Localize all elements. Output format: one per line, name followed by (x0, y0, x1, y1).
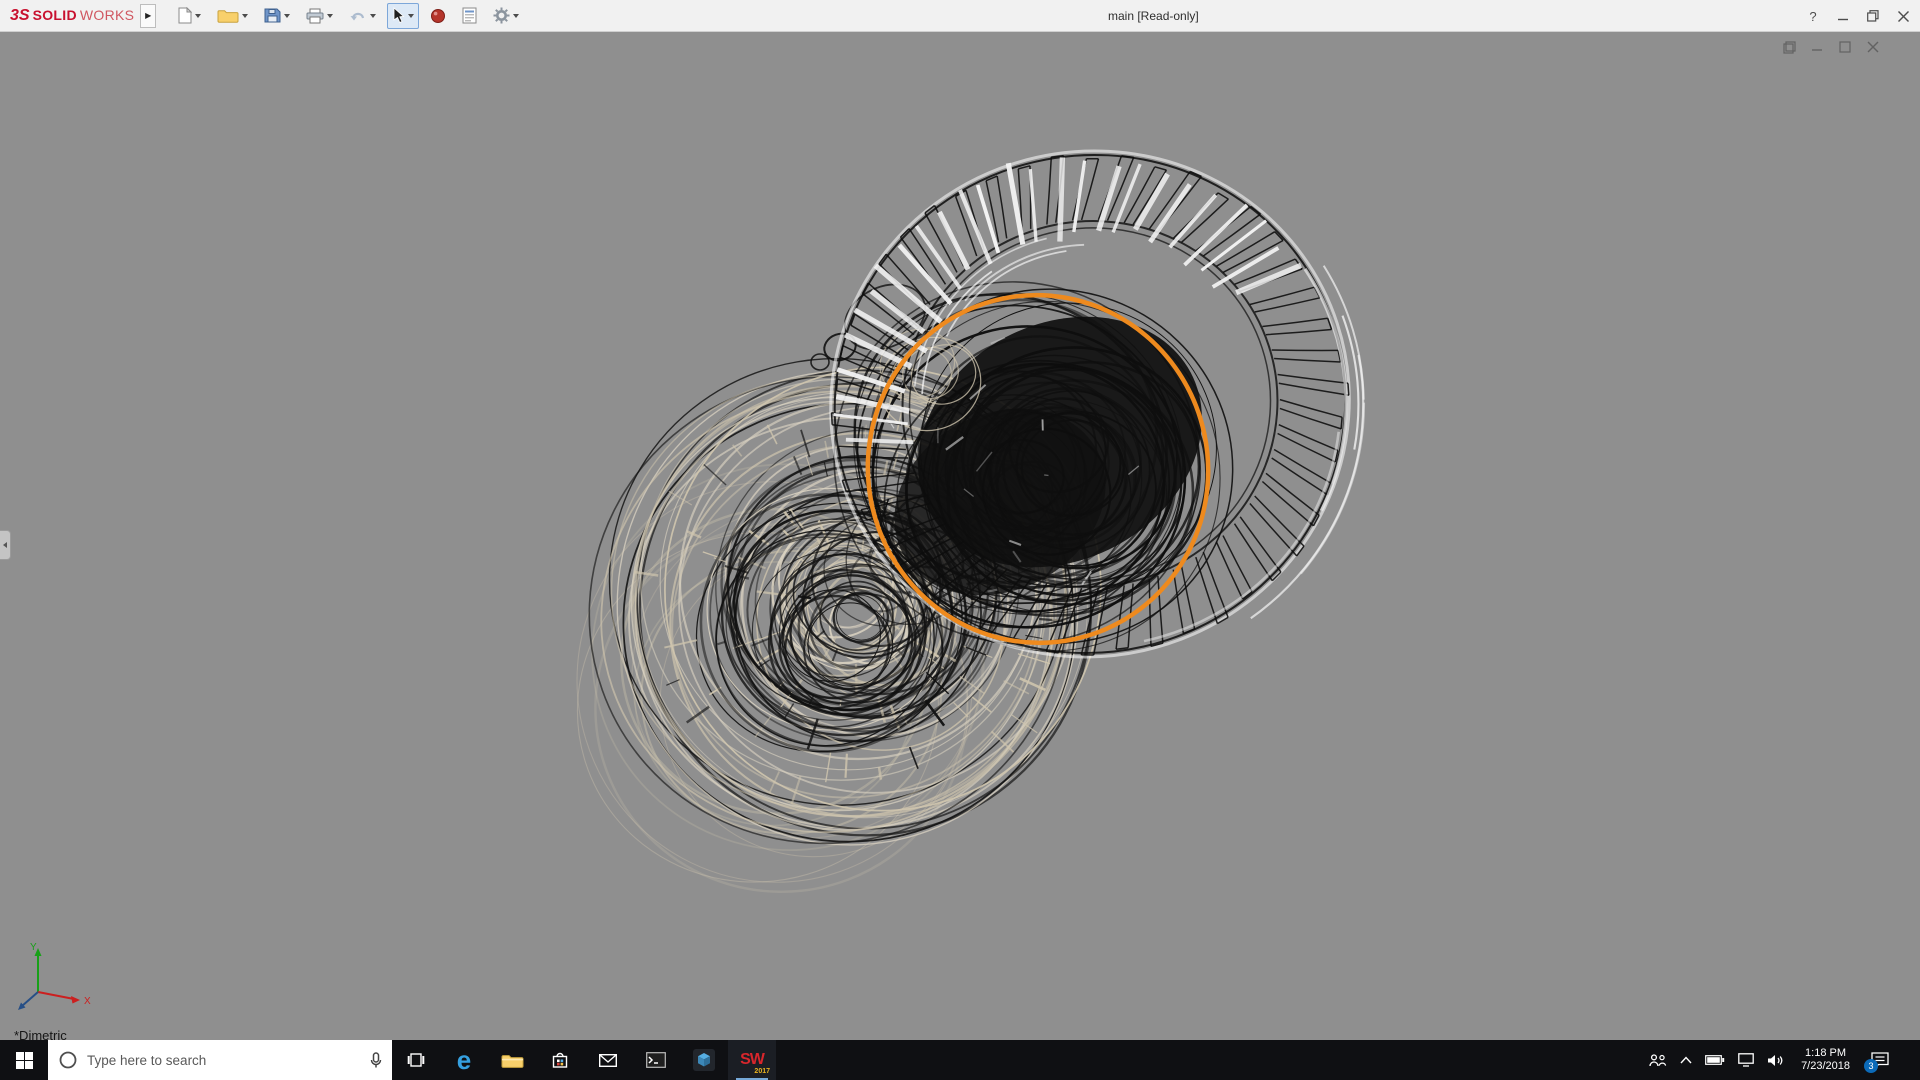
doc-maximize-button[interactable] (1836, 38, 1854, 56)
open-button[interactable] (212, 3, 253, 29)
undo-button[interactable] (344, 3, 381, 29)
doc-restore-button[interactable] (1780, 38, 1798, 56)
flyout-arrow-icon: ▶ (145, 11, 152, 20)
open-icon (217, 10, 239, 23)
dropdown-caret-icon (513, 13, 520, 18)
new-document-button[interactable] (173, 3, 206, 29)
battery-button[interactable] (1705, 1055, 1725, 1065)
document-window-controls (1780, 38, 1882, 56)
speaker-icon (1768, 1054, 1783, 1066)
notification-badge: 3 (1864, 1058, 1878, 1073)
windows-logo-icon (15, 1051, 33, 1069)
brand-works: WORKS (79, 6, 135, 23)
view-orientation-label: *Dimetric (14, 1028, 67, 1040)
chevron-left-icon (3, 542, 7, 548)
3ds-logo-icon: 3S (10, 6, 30, 24)
axis-y-label: Y (30, 942, 37, 953)
solidworks-year-badge: 2017 (754, 1068, 770, 1075)
command-prompt-button[interactable] (632, 1040, 680, 1080)
system-tray: 1:18 PM 7/23/2018 3 (1649, 1040, 1920, 1080)
print-button[interactable] (301, 3, 338, 29)
close-button[interactable] (1888, 0, 1918, 32)
network-display-icon (1738, 1053, 1754, 1067)
restore-icon (1867, 10, 1879, 22)
titlebar[interactable]: 3S SOLID WORKS ▶ main [Read-only] ? (0, 0, 1920, 32)
solidworks-icon: SW (740, 1051, 765, 1068)
collapsed-panel-tab[interactable] (0, 530, 11, 560)
windows-taskbar: e SW 2017 1:18 PM (0, 1040, 1920, 1080)
cube-app-button[interactable] (680, 1040, 728, 1080)
window-controls: ? (1798, 0, 1918, 32)
solidworks-taskbar-button[interactable]: SW 2017 (728, 1040, 776, 1080)
file-explorer-icon (501, 1055, 523, 1068)
command-prompt-icon (646, 1052, 666, 1068)
save-button[interactable] (259, 3, 295, 29)
appearances-button[interactable] (425, 3, 451, 29)
minimize-icon (1837, 18, 1848, 20)
edge-button[interactable]: e (440, 1040, 488, 1080)
chevron-up-icon (1680, 1056, 1692, 1064)
dropdown-caret-icon (284, 13, 291, 18)
file-explorer-button[interactable] (488, 1040, 536, 1080)
store-icon (552, 1052, 568, 1068)
appearances-icon (431, 8, 446, 23)
dropdown-caret-icon (195, 13, 202, 18)
cortana-circle-icon (59, 1051, 77, 1069)
doc-minimize-button[interactable] (1808, 38, 1826, 56)
file-properties-button[interactable] (457, 3, 482, 29)
hidden-icons-button[interactable] (1680, 1056, 1692, 1064)
people-button[interactable] (1649, 1053, 1667, 1067)
cube-app-icon (693, 1049, 715, 1071)
battery-icon (1705, 1055, 1725, 1065)
dropdown-caret-icon (242, 13, 249, 18)
axis-x-label: X (84, 996, 91, 1007)
start-button[interactable] (0, 1040, 48, 1080)
orientation-triad: Y X (18, 942, 91, 1010)
task-view-button[interactable] (392, 1040, 440, 1080)
microphone-icon[interactable] (370, 1051, 382, 1069)
dropdown-caret-icon (327, 13, 334, 18)
select-tool-button[interactable] (387, 2, 420, 29)
edge-icon: e (456, 1045, 472, 1075)
menu-flyout-button[interactable]: ▶ (140, 3, 157, 28)
help-icon: ? (1809, 8, 1817, 24)
new-document-icon (178, 7, 193, 24)
clock-time: 1:18 PM (1805, 1047, 1847, 1059)
select-cursor-icon (393, 7, 405, 24)
file-properties-icon (462, 7, 477, 24)
clock-date: 7/23/2018 (1801, 1060, 1850, 1072)
options-gear-icon (493, 7, 510, 24)
taskbar-search-box[interactable] (48, 1040, 392, 1080)
minimize-button[interactable] (1828, 0, 1858, 32)
task-view-icon (407, 1053, 425, 1067)
help-button[interactable]: ? (1798, 0, 1828, 32)
print-icon (306, 8, 324, 23)
taskbar-clock[interactable]: 1:18 PM 7/23/2018 (1797, 1047, 1854, 1073)
dropdown-caret-icon (408, 13, 415, 18)
save-icon (264, 8, 281, 23)
close-icon (1897, 10, 1909, 22)
brand-solid: SOLID (32, 6, 77, 23)
search-input[interactable] (87, 1052, 361, 1068)
options-button[interactable] (488, 3, 524, 29)
window-title: main [Read-only] (1108, 9, 1199, 23)
doc-close-button[interactable] (1864, 38, 1882, 56)
dropdown-caret-icon (370, 13, 377, 18)
action-center-button[interactable]: 3 (1864, 1051, 1889, 1073)
engine-wireframe-model (576, 149, 1366, 894)
restore-button[interactable] (1858, 0, 1888, 32)
quick-access-toolbar (170, 0, 527, 32)
mail-icon (599, 1053, 617, 1067)
undo-icon (350, 12, 365, 20)
solidworks-logo: 3S SOLID WORKS (0, 7, 140, 25)
mail-button[interactable] (584, 1040, 632, 1080)
volume-button[interactable] (1767, 1054, 1784, 1067)
people-icon (1649, 1053, 1667, 1066)
network-button[interactable] (1738, 1053, 1754, 1067)
graphics-viewport[interactable]: Y X *Dimetric (0, 32, 1920, 1040)
store-button[interactable] (536, 1040, 584, 1080)
